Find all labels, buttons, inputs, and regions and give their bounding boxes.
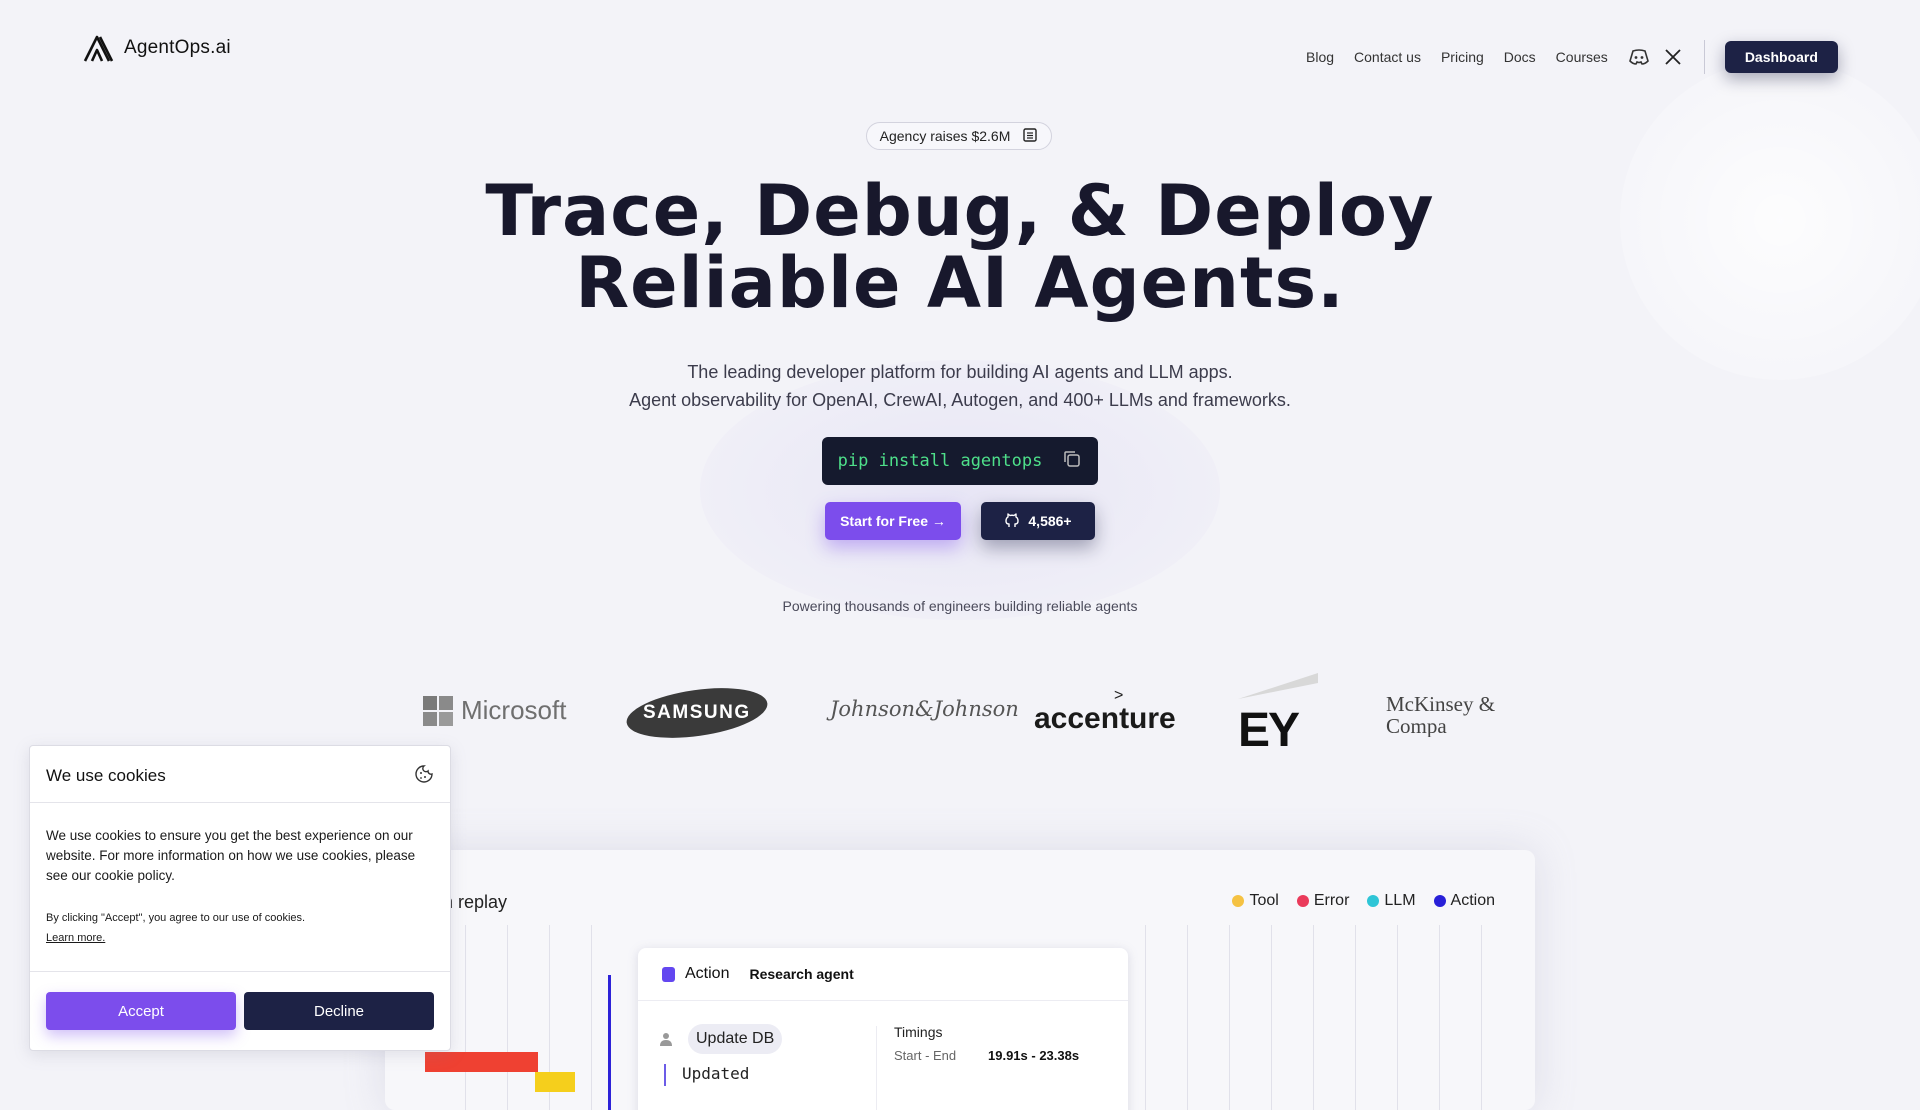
timings-label: Timings (894, 1024, 943, 1040)
card-divider (638, 1000, 1128, 1001)
github-stars-button[interactable]: 4,586+ (981, 502, 1095, 540)
pip-command: pip install agentops (837, 451, 1043, 471)
nav-blog[interactable]: Blog (1306, 49, 1334, 65)
nav-courses[interactable]: Courses (1556, 49, 1608, 65)
session-replay-panel: ssion replay Tool Error LLM Action Actio… (385, 850, 1535, 1110)
event-legend: Tool Error LLM Action (1232, 892, 1495, 910)
nav-contact[interactable]: Contact us (1354, 49, 1421, 65)
powering-tagline: Powering thousands of engineers building… (782, 598, 1138, 614)
legend-error-dot (1296, 895, 1309, 907)
timeline-gridline (1355, 925, 1356, 1110)
subtitle-line-1: The leading developer platform for build… (687, 362, 1233, 382)
brand-name: AgentOps.ai (124, 37, 231, 58)
code-indent-line (664, 1064, 666, 1086)
brand-logo[interactable]: AgentOps.ai (82, 33, 231, 63)
hero-subtitle: The leading developer platform for build… (0, 358, 1920, 414)
start-for-free-button[interactable]: Start for Free → (825, 502, 961, 540)
card-column-divider (876, 1026, 877, 1110)
headline-line-1: Trace, Debug, & Deploy (485, 170, 1435, 252)
user-icon (660, 1032, 672, 1051)
cookie-title: We use cookies (46, 766, 166, 785)
samsung-logo: SAMSUNG (623, 680, 771, 746)
ey-beam-icon (1238, 673, 1318, 699)
cookie-divider (30, 802, 450, 803)
event-type: Action (685, 965, 730, 982)
cookie-body-text: We use cookies to ensure you get the bes… (46, 828, 416, 883)
nav-docs[interactable]: Docs (1504, 49, 1536, 65)
learn-more-link[interactable]: Learn more. (46, 928, 305, 948)
timeline-gridline (1187, 925, 1188, 1110)
start-end-label: Start - End (894, 1048, 957, 1063)
action-color-swatch (662, 966, 675, 982)
discord-icon[interactable] (1628, 46, 1650, 68)
timeline-gridline (507, 925, 508, 1110)
timeline-gridline (1397, 925, 1398, 1110)
accept-cookies-button[interactable]: Accept (46, 992, 236, 1030)
github-star-count: 4,586+ (1028, 513, 1072, 529)
news-pill-label: Agency raises $2.6M (879, 128, 1011, 144)
accenture-arrow-icon: > (1114, 687, 1124, 704)
legend-tool-label: Tool (1249, 892, 1279, 909)
cookie-consent-banner: We use cookies We use cookies to ensure … (29, 745, 451, 1051)
pip-install-box[interactable]: pip install agentops (822, 437, 1098, 485)
newspaper-icon (1022, 127, 1038, 146)
top-nav: Blog Contact us Pricing Docs Courses Das… (1306, 40, 1838, 74)
timeline-gridline (1481, 925, 1482, 1110)
funding-news-pill[interactable]: Agency raises $2.6M (866, 122, 1052, 150)
timeline-gridline (1313, 925, 1314, 1110)
legend-action-dot (1433, 895, 1446, 907)
legend-llm: LLM (1367, 892, 1416, 910)
copy-icon[interactable] (1062, 449, 1082, 474)
update-db-chip[interactable]: Update DB (688, 1024, 783, 1054)
agent-name: Research agent (749, 966, 854, 982)
legend-llm-dot (1367, 895, 1380, 907)
cookie-divider (30, 971, 450, 972)
legend-tool: Tool (1232, 892, 1279, 910)
legend-action: Action (1433, 892, 1495, 910)
microsoft-logo: Microsoft (423, 695, 566, 726)
timeline-gridline (465, 925, 466, 1110)
accenture-wordmark: accenture (1034, 702, 1176, 735)
headline-line-2: Reliable AI Agents. (575, 242, 1345, 324)
legend-action-label: Action (1450, 892, 1495, 909)
ey-logo: EY (1238, 673, 1328, 758)
dashboard-button[interactable]: Dashboard (1724, 41, 1838, 73)
tool-timeline-bar[interactable] (535, 1072, 575, 1092)
johnson-wordmark: Johnson&Johnson (830, 697, 1019, 721)
timeline-gridline (591, 925, 592, 1110)
johnson-logo: Johnson&Johnson (830, 697, 1019, 721)
cookie-consent-text: By clicking "Accept", you agree to our u… (46, 912, 306, 924)
x-twitter-icon[interactable] (1662, 46, 1684, 68)
agentops-logo-icon (83, 35, 114, 62)
cookie-consent-note: By clicking "Accept", you agree to our u… (46, 908, 305, 948)
decline-cookies-button[interactable]: Decline (244, 992, 434, 1030)
event-detail-card: Action Research agent Update DB Updated … (638, 948, 1128, 1110)
hero-headline: Trace, Debug, & Deploy Reliable AI Agent… (0, 175, 1920, 319)
nav-divider (1703, 40, 1705, 74)
legend-error: Error (1296, 892, 1350, 910)
timeline-gridline (1271, 925, 1272, 1110)
mckinsey-logo: McKinsey & Compa (1386, 693, 1502, 737)
error-timeline-bar[interactable] (425, 1052, 538, 1072)
event-card-header: Action Research agent (662, 965, 854, 983)
timeline-gridline (1145, 925, 1146, 1110)
legend-llm-label: LLM (1384, 892, 1416, 909)
ey-wordmark: EY (1238, 704, 1300, 757)
samsung-wordmark: SAMSUNG (643, 702, 751, 723)
timeline-gridline (1439, 925, 1440, 1110)
mckinsey-wordmark: McKinsey & Compa (1386, 693, 1496, 737)
legend-error-label: Error (1313, 892, 1350, 909)
microsoft-windows-icon (423, 695, 453, 726)
event-code-output: Updated (682, 1064, 750, 1083)
accenture-logo: > accenture (1034, 687, 1176, 736)
cookie-icon (414, 764, 434, 789)
action-timeline-bar[interactable] (608, 975, 611, 1110)
start-end-value: 19.91s - 23.38s (988, 1048, 1080, 1063)
microsoft-wordmark: Microsoft (461, 695, 567, 725)
timeline-gridline (1229, 925, 1230, 1110)
github-icon (1004, 512, 1020, 531)
subtitle-line-2: Agent observability for OpenAI, CrewAI, … (629, 390, 1291, 410)
legend-tool-dot (1232, 895, 1245, 907)
nav-pricing[interactable]: Pricing (1441, 49, 1484, 65)
